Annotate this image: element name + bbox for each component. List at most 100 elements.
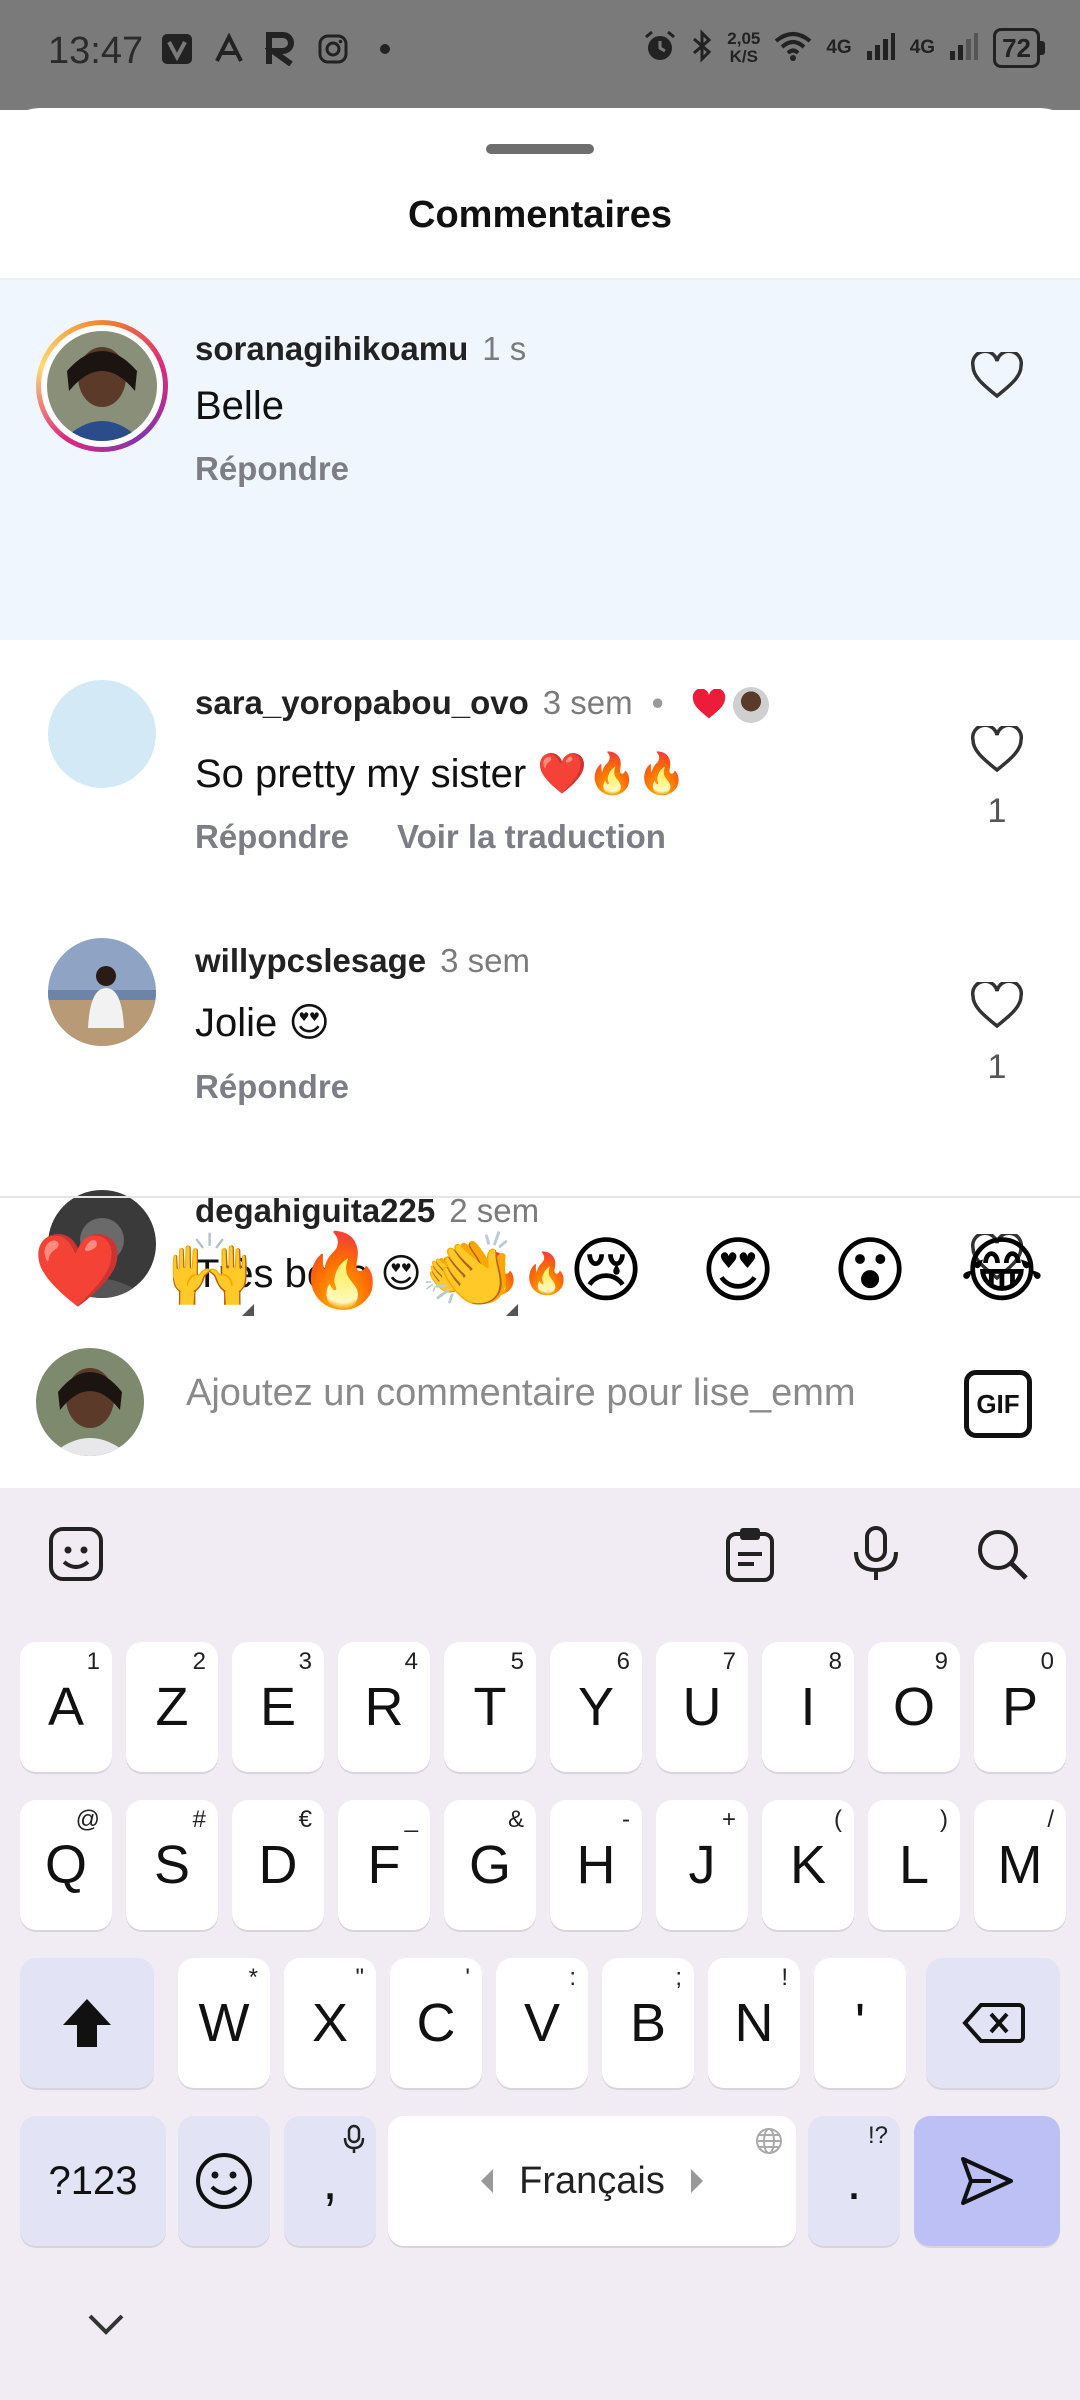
comment-username[interactable]: soranagihikoamu 1 s <box>195 330 526 368</box>
key-o[interactable]: O9 <box>868 1642 960 1772</box>
backspace-key[interactable] <box>926 1958 1060 2088</box>
author-like-heart-icon <box>692 689 725 719</box>
comment-item: soranagihikoamu 1 s Belle Répondre <box>0 280 1080 640</box>
avatar-story-ring[interactable] <box>36 320 168 452</box>
comment-timestamp: 3 sem <box>542 684 633 721</box>
comment-actions: Répondre Voir la traduction <box>195 818 666 856</box>
comment-username[interactable]: sara_yoropabou_ovo 3 sem • <box>195 684 769 724</box>
search-icon[interactable] <box>972 1524 1032 1584</box>
signal-icon <box>866 31 896 66</box>
skin-tone-indicator <box>242 1304 254 1316</box>
key-u[interactable]: U7 <box>656 1642 748 1772</box>
language-next-icon <box>690 2169 703 2193</box>
emoji-crying-button[interactable]: 😢 <box>556 1222 656 1318</box>
backspace-icon <box>962 2003 1025 2043</box>
key-r[interactable]: R4 <box>338 1642 430 1772</box>
like-count: 1 <box>987 792 1007 830</box>
key-h[interactable]: H- <box>550 1800 642 1930</box>
key-t[interactable]: T5 <box>444 1642 536 1772</box>
shift-icon <box>63 1999 111 2047</box>
key-a[interactable]: A1 <box>20 1642 112 1772</box>
alarm-icon <box>643 29 677 68</box>
period-key[interactable]: .!? <box>808 2116 900 2246</box>
comment-username[interactable]: willypcslesage 3 sem <box>195 942 530 980</box>
key-m[interactable]: M / <box>974 1800 1066 1930</box>
key-b[interactable]: B; <box>602 1958 694 2088</box>
symbols-key[interactable]: ?123 <box>20 2116 166 2246</box>
network-type-1: 4G <box>826 37 852 58</box>
status-bar: 13:47 2,05 K/S 4G 4G 72 <box>0 0 1080 110</box>
comment-item: willypcslesage 3 sem Jolie 😍 Répondre 1 <box>0 892 1080 1144</box>
sheet-title: Commentaires <box>408 194 672 236</box>
key-n[interactable]: N! <box>708 1958 800 2088</box>
comment-input[interactable]: Ajoutez un commentaire pour lise_emm <box>186 1372 926 1415</box>
emoji-surprised-button[interactable]: 😮 <box>820 1222 920 1318</box>
emoji-fire-button[interactable]: 🔥 <box>292 1222 392 1318</box>
like-heart-icon[interactable] <box>970 726 1024 774</box>
r-app-icon <box>264 32 298 66</box>
key-p[interactable]: P0 <box>974 1642 1066 1772</box>
shift-key[interactable] <box>20 1958 154 2088</box>
key-j[interactable]: J + <box>656 1800 748 1930</box>
key-i[interactable]: I8 <box>762 1642 854 1772</box>
avatar[interactable] <box>48 680 156 788</box>
emoji-clap-button[interactable]: 👏 <box>424 1222 524 1318</box>
reply-button[interactable]: Répondre <box>195 1068 349 1105</box>
wifi-icon <box>774 31 812 66</box>
divider <box>0 1196 1080 1198</box>
like-heart-icon[interactable] <box>970 352 1024 400</box>
emoji-key[interactable] <box>178 2116 270 2246</box>
key-x[interactable]: X " <box>284 1958 376 2088</box>
send-key[interactable] <box>914 2116 1060 2246</box>
like-heart-icon[interactable] <box>970 982 1024 1030</box>
key-c[interactable]: C ' <box>390 1958 482 2088</box>
voice-input-mini-icon <box>343 2124 365 2153</box>
key-y[interactable]: Y6 <box>550 1642 642 1772</box>
sticker-icon[interactable] <box>46 1524 106 1584</box>
send-icon <box>961 2157 1013 2205</box>
key-g[interactable]: G & <box>444 1800 536 1930</box>
key-d[interactable]: D € <box>232 1800 324 1930</box>
key-k[interactable]: K( <box>762 1800 854 1930</box>
emoji-heart-eyes-button[interactable]: 😍 <box>688 1222 788 1318</box>
reply-button[interactable]: Répondre <box>195 818 349 855</box>
key-w[interactable]: W * <box>178 1958 270 2088</box>
key-e[interactable]: E3 <box>232 1642 324 1772</box>
language-prev-icon <box>481 2169 494 2193</box>
emoji-raised-hands-button[interactable]: 🙌 <box>160 1222 260 1318</box>
clipboard-icon[interactable] <box>720 1524 780 1584</box>
gif-button[interactable]: GIF <box>964 1370 1032 1438</box>
key-v[interactable]: V: <box>496 1958 588 2088</box>
sheet-drag-handle[interactable] <box>486 144 594 154</box>
liked-by-author <box>691 687 769 724</box>
avatar <box>47 331 157 441</box>
emoji-laughing-button[interactable]: 😂 <box>952 1222 1052 1318</box>
smiley-icon <box>196 2153 252 2209</box>
emoji-heart-button[interactable]: ❤️ <box>28 1222 128 1318</box>
microphone-icon[interactable] <box>846 1524 906 1584</box>
network-speed: 2,05 K/S <box>727 29 761 66</box>
avatar[interactable] <box>48 938 156 1046</box>
comma-key[interactable]: , <box>284 2116 376 2246</box>
key-s[interactable]: S # <box>126 1800 218 1930</box>
globe-icon <box>756 2128 782 2154</box>
collapse-keyboard-icon[interactable] <box>84 2310 128 2340</box>
keyboard: A1Z2E3R4T5Y6U7I8O9P0 Q @ S # D € F _ G & H - J + K(L) M… <box>0 1488 1080 2400</box>
a-app-icon <box>212 32 246 66</box>
instagram-icon <box>316 32 350 66</box>
current-user-avatar <box>36 1348 144 1456</box>
comment-actions: Répondre <box>195 1068 349 1106</box>
key-l[interactable]: L) <box>868 1800 960 1930</box>
reply-button[interactable]: Répondre <box>195 450 349 487</box>
comment-timestamp: 1 s <box>482 330 527 367</box>
skin-tone-indicator <box>506 1304 518 1316</box>
key-apostrophe[interactable]: ' <box>814 1958 906 2088</box>
see-translation-button[interactable]: Voir la traduction <box>397 818 666 855</box>
comment-timestamp: 3 sem <box>440 942 531 979</box>
notification-dot-icon <box>368 32 402 66</box>
key-z[interactable]: Z2 <box>126 1642 218 1772</box>
key-q[interactable]: Q @ <box>20 1800 112 1930</box>
space-key[interactable]: Français <box>388 2116 796 2246</box>
key-f[interactable]: F _ <box>338 1800 430 1930</box>
v-app-icon <box>160 32 194 66</box>
